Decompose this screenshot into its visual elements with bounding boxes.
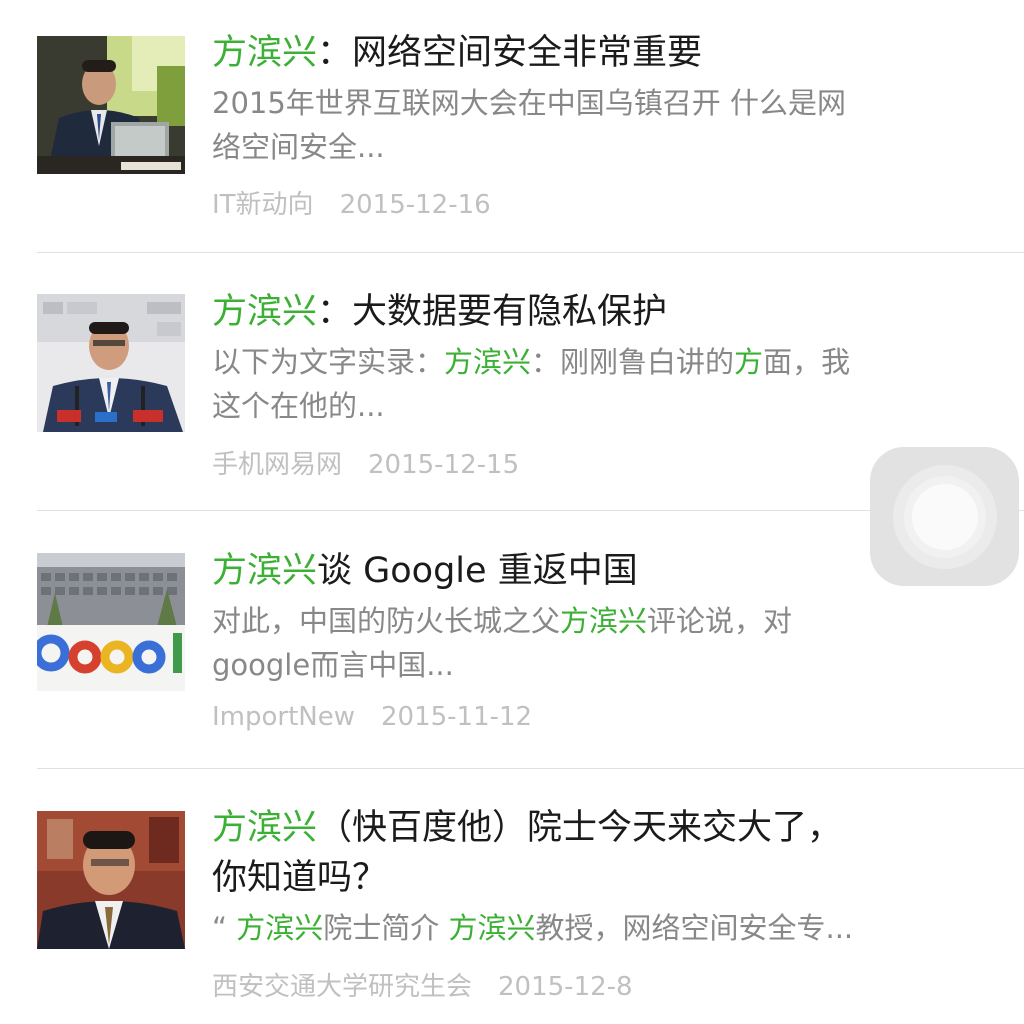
keyword-highlight: 方滨兴 bbox=[212, 808, 318, 848]
article-date: 2015-12-8 bbox=[498, 972, 633, 1002]
snippet-text: “ bbox=[212, 911, 237, 945]
article-thumbnail[interactable] bbox=[37, 553, 185, 691]
keyword-highlight: 方滨兴 bbox=[444, 345, 532, 379]
snippet-text: 对此，中国的防火长城之父 bbox=[212, 604, 561, 638]
article-title[interactable]: 方滨兴谈 Google 重返中国 bbox=[212, 546, 984, 596]
article-meta: 手机网易网 2015-12-15 bbox=[212, 444, 519, 481]
article-meta: ImportNew 2015-11-12 bbox=[212, 702, 532, 732]
portrait-photo-icon bbox=[37, 811, 185, 949]
speaker-with-microphones-photo-icon bbox=[37, 294, 185, 432]
article-thumbnail[interactable] bbox=[37, 811, 185, 949]
snippet-line: 这个在他的... bbox=[212, 389, 385, 423]
divider bbox=[37, 252, 1024, 253]
article-date: 2015-12-16 bbox=[339, 190, 491, 220]
article-date: 2015-11-12 bbox=[381, 702, 533, 732]
keyword-highlight: 方滨兴 bbox=[212, 33, 318, 73]
article-date: 2015-12-15 bbox=[368, 450, 520, 480]
snippet-text: 以下为文字实录： bbox=[212, 345, 445, 379]
snippet-text: ：刚刚鲁白讲的 bbox=[531, 345, 735, 379]
keyword-highlight: 方滨兴 bbox=[236, 911, 324, 945]
assistive-touch-icon[interactable] bbox=[870, 447, 1019, 586]
title-text: （快百度他）院士今天来交大了， bbox=[317, 808, 843, 848]
snippet-text: 评论说，对 bbox=[647, 604, 793, 638]
article-title[interactable]: 方滨兴：大数据要有隐私保护 bbox=[212, 287, 984, 337]
snippet-text: 院士简介 bbox=[323, 911, 449, 945]
speaker-at-podium-photo-icon bbox=[37, 36, 185, 174]
keyword-highlight: 方滨兴 bbox=[212, 551, 318, 591]
article-title[interactable]: 方滨兴（快百度他）院士今天来交大了， 你知道吗？ bbox=[212, 803, 984, 903]
article-snippet: 2015年世界互联网大会在中国乌镇召开 什么是网 络空间安全... bbox=[212, 81, 984, 169]
article-thumbnail[interactable] bbox=[37, 294, 185, 432]
snippet-text: 教授，网络空间安全专... bbox=[535, 911, 854, 945]
article-title[interactable]: 方滨兴：网络空间安全非常重要 bbox=[212, 28, 984, 78]
snippet-line: 络空间安全... bbox=[212, 130, 385, 164]
snippet-line: 以下为文字实录：方滨兴：刚刚鲁白讲的方面，我 bbox=[212, 340, 984, 384]
title-text: 你知道吗？ bbox=[212, 858, 388, 898]
article-source: 西安交通大学研究生会 bbox=[212, 972, 473, 1002]
article-thumbnail[interactable] bbox=[37, 36, 185, 174]
keyword-highlight: 方 bbox=[734, 345, 764, 379]
keyword-highlight: 方滨兴 bbox=[212, 292, 318, 332]
title-text: 谈 Google 重返中国 bbox=[317, 551, 638, 591]
article-snippet: 以下为文字实录：方滨兴：刚刚鲁白讲的方面，我 这个在他的... bbox=[212, 340, 984, 428]
article-snippet: 对此，中国的防火长城之父方滨兴评论说，对 google而言中国... bbox=[212, 599, 984, 687]
keyword-highlight: 方滨兴 bbox=[560, 604, 648, 638]
article-source: ImportNew bbox=[212, 702, 355, 732]
snippet-text: 面，我 bbox=[763, 345, 851, 379]
keyword-highlight: 方滨兴 bbox=[448, 911, 536, 945]
snippet-line: 2015年世界互联网大会在中国乌镇召开 什么是网 bbox=[212, 86, 847, 120]
snippet-line: “ 方滨兴院士简介 方滨兴教授，网络空间安全专... bbox=[212, 906, 984, 950]
article-source: IT新动向 bbox=[212, 190, 314, 220]
divider bbox=[37, 768, 1024, 769]
title-text: ：网络空间安全非常重要 bbox=[317, 33, 703, 73]
title-text: ：大数据要有隐私保护 bbox=[317, 292, 668, 332]
assistive-touch-center bbox=[912, 484, 978, 550]
article-meta: IT新动向 2015-12-16 bbox=[212, 184, 491, 221]
snippet-line: google而言中国... bbox=[212, 648, 454, 682]
snippet-line: 对此，中国的防火长城之父方滨兴评论说，对 bbox=[212, 599, 984, 643]
google-building-photo-icon bbox=[37, 553, 185, 691]
article-meta: 西安交通大学研究生会 2015-12-8 bbox=[212, 966, 633, 1003]
article-snippet: “ 方滨兴院士简介 方滨兴教授，网络空间安全专... bbox=[212, 906, 984, 950]
article-source: 手机网易网 bbox=[212, 450, 343, 480]
